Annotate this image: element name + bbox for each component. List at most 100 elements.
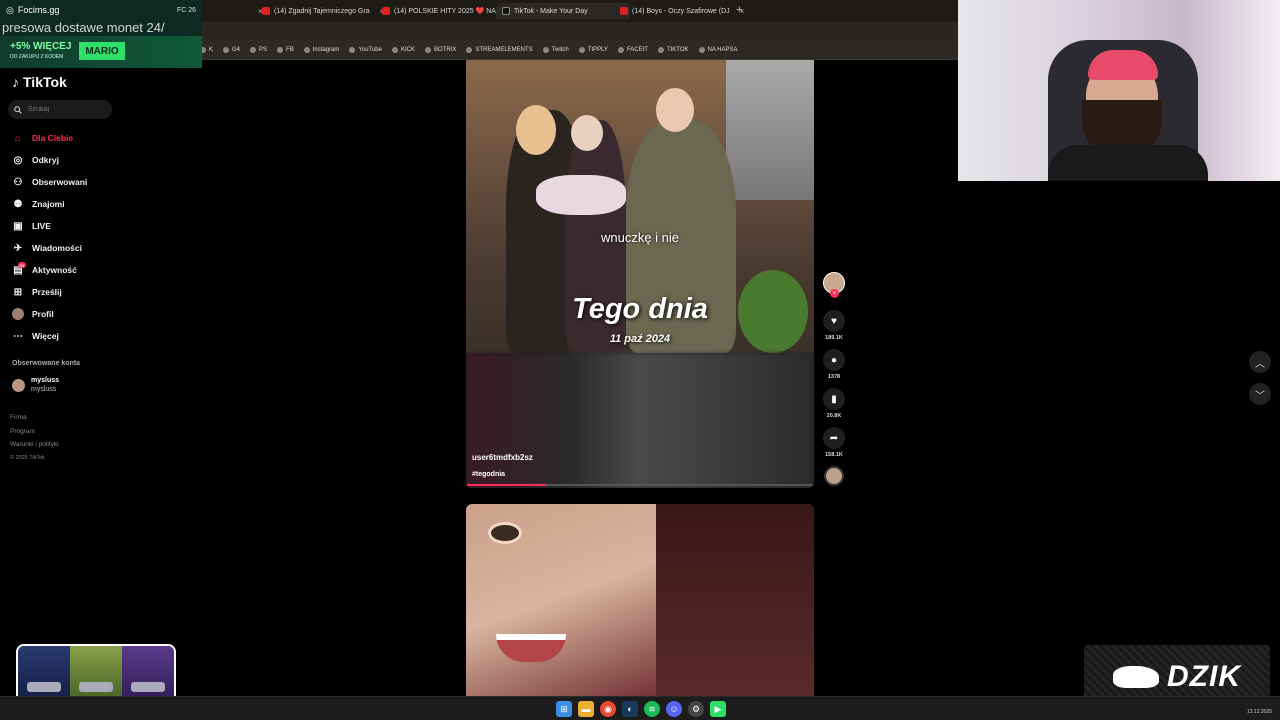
bookmark-label: STREAMELEMENTS bbox=[475, 46, 533, 53]
video-overlay-title: Tego dnia bbox=[572, 293, 708, 325]
bookmark-item[interactable]: G4 bbox=[223, 46, 240, 53]
next-video[interactable] bbox=[466, 504, 814, 696]
comment-count: 1378 bbox=[827, 374, 841, 380]
share-button[interactable]: ➦ bbox=[823, 427, 845, 449]
search-input[interactable] bbox=[28, 106, 108, 113]
save-button[interactable]: ▮ bbox=[823, 388, 845, 410]
spotify-icon[interactable]: ≋ bbox=[644, 701, 660, 717]
scroll-down-button[interactable]: ﹀ bbox=[1249, 383, 1271, 405]
sidebar-item-przeslij[interactable]: ⊞ Prześlij bbox=[12, 281, 122, 303]
bookmark-item[interactable]: STREAMELEMENTS bbox=[466, 46, 533, 53]
bookmark-item[interactable]: YouTube bbox=[349, 46, 382, 53]
sidebar-item-live[interactable]: ▣ LIVE bbox=[12, 215, 122, 237]
video-hashtag[interactable]: #tegodnia bbox=[472, 471, 505, 478]
bookmark-icon bbox=[349, 46, 356, 53]
following-icon: ⚇ bbox=[13, 176, 23, 188]
video-player[interactable]: wnuczkę i nie Tego dnia 11 paź 2024 user… bbox=[466, 60, 814, 488]
bookmark-item[interactable]: FACEIT bbox=[617, 46, 648, 53]
sidebar-item-aktywnosc[interactable]: ▤ 99 Aktywność bbox=[12, 259, 122, 281]
bookmark-label: Twitch bbox=[551, 46, 569, 53]
steam-icon[interactable]: ◐ bbox=[622, 701, 638, 717]
overlay-ticker: presowa dostawe monet 24/ bbox=[0, 20, 202, 36]
live-icon: ▣ bbox=[13, 220, 23, 232]
tab-zgadnij[interactable]: (14) Zgadnij Tajemniczego Gra × bbox=[256, 3, 390, 19]
followed-name: mysluss bbox=[31, 377, 60, 384]
activity-badge: 99 bbox=[18, 262, 26, 268]
bookmark-item[interactable]: TIPPLY bbox=[578, 46, 608, 53]
youtube-icon bbox=[262, 7, 270, 15]
tiktok-icon bbox=[502, 7, 510, 15]
followed-account[interactable]: mysluss mysluss bbox=[12, 376, 59, 394]
promo-code: MARIO bbox=[79, 42, 125, 60]
scroll-up-button[interactable]: ︿ bbox=[1249, 351, 1271, 373]
sidebar-item-znajomi[interactable]: ⚉ Znajomi bbox=[12, 193, 122, 215]
bookmark-label: FACEIT bbox=[626, 46, 648, 53]
video-person-head bbox=[571, 115, 603, 151]
video-face-eye bbox=[488, 522, 522, 544]
chevron-up-icon: ︿ bbox=[1255, 358, 1265, 370]
footer-link-terms[interactable]: Warunki i polityki bbox=[10, 438, 59, 452]
tab-label: (14) Zgadnij Tajemniczego Gra bbox=[274, 7, 370, 15]
sidebar-item-label: Obserwowani bbox=[32, 177, 88, 187]
tab-boys[interactable]: (14) Boys - Oczy Szafirowe (DJ × bbox=[614, 3, 750, 19]
bookmark-item[interactable]: BOTRIX bbox=[425, 46, 457, 53]
author-avatar[interactable]: + bbox=[823, 272, 845, 298]
tab-label: (14) POLSKIE HITY 2025 ❤️ NA bbox=[394, 8, 496, 15]
avatar bbox=[12, 378, 25, 392]
compass-icon: ◎ bbox=[13, 154, 23, 166]
overlay-fps: FC 26 bbox=[176, 6, 196, 14]
sidebar-item-dla-ciebie[interactable]: ⌂ Dla Ciebie bbox=[12, 127, 122, 149]
video-author[interactable]: user6tmdfxb2sz bbox=[472, 453, 533, 462]
overlay-brand: Focims.gg bbox=[17, 5, 60, 15]
taskbar: ⊞ ▬ ◉ ◐ ≋ ☺ ⚙ ▶ 13.12.2025 bbox=[0, 696, 1280, 720]
video-person-head bbox=[516, 105, 556, 155]
windows-start-icon[interactable]: ⊞ bbox=[556, 701, 572, 717]
tab-tiktok[interactable]: TikTok - Make Your Day × bbox=[496, 3, 631, 19]
video-face-mouth bbox=[496, 634, 566, 662]
chrome-icon[interactable]: ◉ bbox=[600, 701, 616, 717]
footer-link-firma[interactable]: Firma bbox=[10, 411, 59, 425]
sidebar-item-wiecej[interactable]: ⋯ Więcej bbox=[12, 325, 122, 347]
bookmark-label: YouTube bbox=[358, 46, 382, 53]
folder-icon[interactable]: ▬ bbox=[578, 701, 594, 717]
followed-handle: mysluss bbox=[31, 386, 57, 393]
sidebar-item-label: Dla Ciebie bbox=[32, 133, 74, 143]
app-icon[interactable]: ▶ bbox=[710, 701, 726, 717]
video-baby bbox=[536, 175, 626, 215]
share-icon: ➦ bbox=[829, 432, 839, 444]
sidebar-item-obserwowani[interactable]: ⚇ Obserwowani bbox=[12, 171, 122, 193]
tab-label: TikTok - Make Your Day bbox=[514, 7, 588, 15]
settings-icon[interactable]: ⚙ bbox=[688, 701, 704, 717]
new-tab-button[interactable]: + bbox=[736, 4, 742, 16]
boar-icon bbox=[1113, 665, 1159, 688]
tiktok-logo[interactable]: ♪ TikTok bbox=[12, 74, 67, 90]
bookmark-item[interactable]: NA HAPSA bbox=[698, 46, 738, 53]
bookmark-icon bbox=[277, 46, 284, 53]
like-count: 189.1K bbox=[825, 335, 843, 341]
bookmark-item[interactable]: TIKTOK bbox=[657, 46, 689, 53]
bookmark-label: BOTRIX bbox=[434, 46, 457, 53]
follow-plus-icon[interactable]: + bbox=[830, 289, 839, 298]
sidebar-item-odkryj[interactable]: ◎ Odkryj bbox=[12, 149, 122, 171]
sidebar-item-profil[interactable]: Profil bbox=[12, 303, 122, 325]
upload-icon: ⊞ bbox=[13, 286, 23, 298]
video-subtitle: wnuczkę i nie bbox=[600, 230, 680, 245]
search-box[interactable] bbox=[8, 100, 112, 119]
bookmark-item[interactable]: FB bbox=[277, 46, 294, 53]
comment-button[interactable]: ● bbox=[823, 349, 845, 371]
system-tray[interactable]: 13.12.2025 bbox=[1200, 701, 1272, 715]
video-hair bbox=[656, 504, 814, 696]
bookmark-item[interactable]: Instagram bbox=[303, 46, 340, 53]
bookmark-item[interactable]: Twitch bbox=[542, 46, 569, 53]
bookmark-item[interactable]: PS bbox=[250, 46, 267, 53]
discord-icon[interactable]: ☺ bbox=[666, 701, 682, 717]
video-progress-bar[interactable] bbox=[466, 484, 814, 486]
overlay-status: ◎ Focims.gg FC 26 bbox=[0, 0, 202, 20]
friends-icon: ⚉ bbox=[13, 198, 23, 210]
sidebar-item-wiadomosci[interactable]: ✈ Wiadomości bbox=[12, 237, 122, 259]
like-button[interactable]: ♥ bbox=[823, 310, 845, 332]
footer-link-program[interactable]: Program bbox=[10, 425, 59, 439]
bookmark-item[interactable]: KICK bbox=[391, 46, 415, 53]
bookmark-label: Instagram bbox=[312, 46, 340, 53]
music-disc-icon[interactable] bbox=[824, 466, 844, 486]
